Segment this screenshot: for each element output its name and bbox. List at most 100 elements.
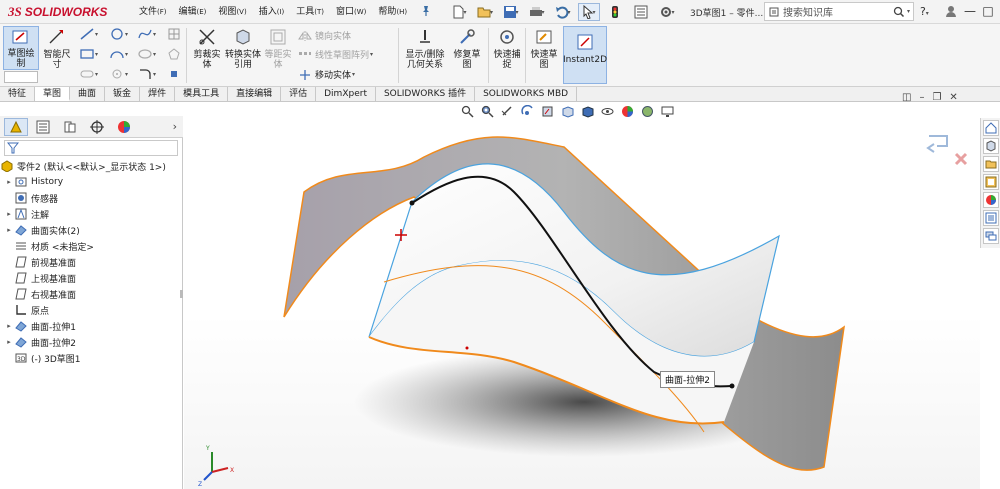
- hide-show-items-icon[interactable]: [600, 104, 614, 118]
- previous-view-icon[interactable]: [500, 104, 514, 118]
- repair-sketch-button[interactable]: 修复草图: [450, 26, 484, 70]
- select-button[interactable]: ▾: [578, 3, 600, 21]
- point-tool[interactable]: ▾: [110, 68, 128, 80]
- tree-item-front-plane[interactable]: 前视基准面: [4, 254, 76, 270]
- display-style-icon[interactable]: [580, 104, 594, 118]
- chevron-right-icon[interactable]: ›: [173, 120, 177, 133]
- pin-icon[interactable]: [420, 5, 432, 17]
- move-entities-button[interactable]: 移动实体 ▾: [298, 68, 355, 81]
- solidworks-logo[interactable]: 3S SOLIDWORKS: [8, 4, 107, 20]
- rapid-sketch-button[interactable]: 快速草图: [529, 26, 559, 70]
- search-placeholder[interactable]: 搜索知识库: [783, 4, 889, 19]
- dimxpert-manager-tab[interactable]: [85, 118, 109, 136]
- apply-scene-icon[interactable]: [640, 104, 654, 118]
- viewport-close-icon[interactable]: ✕: [949, 92, 957, 103]
- viewport-restore-icon[interactable]: ❐: [932, 92, 941, 103]
- tree-filter[interactable]: [4, 140, 178, 156]
- tab-surfaces[interactable]: 曲面: [70, 87, 106, 101]
- fillet-tool[interactable]: ▾: [138, 68, 156, 80]
- edit-appearance-icon[interactable]: [620, 104, 634, 118]
- tab-direct-editing[interactable]: 直接编辑: [228, 87, 282, 101]
- grid-tool[interactable]: [168, 28, 180, 40]
- sketch-button[interactable]: 草图绘制: [3, 26, 39, 70]
- convert-entities-button[interactable]: 转换实体引用: [225, 26, 261, 70]
- tree-item-surface-extrude1[interactable]: ▸ 曲面-拉伸1: [4, 318, 76, 334]
- display-relations-button[interactable]: 显示/删除几何关系: [402, 26, 448, 70]
- design-library-icon[interactable]: [982, 138, 999, 154]
- plane-tool[interactable]: [168, 68, 180, 80]
- appearances-icon[interactable]: [982, 192, 999, 208]
- menu-view[interactable]: 视图(V): [212, 5, 252, 19]
- tree-item-right-plane[interactable]: 右视基准面: [4, 286, 76, 302]
- configuration-manager-tab[interactable]: [58, 118, 82, 136]
- panel-splitter[interactable]: [180, 290, 183, 298]
- menu-edit[interactable]: 编辑(E): [173, 5, 213, 19]
- viewport-minimize-icon[interactable]: –: [919, 92, 924, 103]
- home-icon[interactable]: [982, 120, 999, 136]
- menu-tools[interactable]: 工具(T): [290, 5, 330, 19]
- zoom-to-area-icon[interactable]: [480, 104, 494, 118]
- slot-tool[interactable]: ▾: [80, 68, 98, 80]
- tab-solidworks-mbd[interactable]: SOLIDWORKS MBD: [475, 87, 578, 101]
- menu-help[interactable]: 帮助(H): [372, 5, 413, 19]
- user-icon[interactable]: [944, 4, 958, 21]
- custom-properties-icon[interactable]: [982, 210, 999, 226]
- menu-file[interactable]: 文件(F): [133, 5, 173, 19]
- menu-window[interactable]: 窗口(W): [330, 5, 372, 19]
- tab-solidworks-addins[interactable]: SOLIDWORKS 插件: [376, 87, 476, 101]
- tab-dimxpert[interactable]: DimXpert: [316, 87, 376, 101]
- tab-features[interactable]: 特征: [0, 87, 36, 101]
- mirror-entities-button[interactable]: 镜向实体: [298, 29, 351, 42]
- tab-sheet-metal[interactable]: 钣金: [105, 87, 141, 101]
- graphics-area[interactable]: Y X Z: [184, 102, 980, 489]
- zoom-to-fit-icon[interactable]: [460, 104, 474, 118]
- new-document-button[interactable]: ▾: [448, 3, 470, 21]
- offset-entities-button[interactable]: 等距实体: [263, 26, 293, 70]
- open-button[interactable]: ▾: [474, 3, 496, 21]
- trim-entities-button[interactable]: 剪裁实体: [190, 26, 224, 70]
- tree-item-annotations[interactable]: ▸ 注解: [4, 206, 49, 222]
- smart-dimension-button[interactable]: 智能尺寸: [41, 26, 73, 70]
- ellipse-tool[interactable]: ▾: [138, 48, 156, 60]
- undo-button[interactable]: ▾: [552, 3, 574, 21]
- view-palette-icon[interactable]: [982, 174, 999, 190]
- tab-evaluate[interactable]: 评估: [281, 87, 317, 101]
- tree-item-origin[interactable]: 原点: [4, 302, 49, 318]
- maximize-button[interactable]: □: [980, 3, 996, 19]
- tree-item-sensors[interactable]: 传感器: [4, 190, 58, 206]
- spline-tool[interactable]: ▾: [138, 28, 156, 40]
- minimize-button[interactable]: —: [962, 3, 978, 19]
- arc-tool[interactable]: ▾: [110, 48, 128, 60]
- tree-item-top-plane[interactable]: 上视基准面: [4, 270, 76, 286]
- tree-root-part[interactable]: 零件2 (默认<<默认>_显示状态 1>): [0, 158, 166, 174]
- linear-pattern-button[interactable]: 线性草图阵列 ▾: [298, 48, 373, 61]
- print-button[interactable]: ▾: [526, 3, 548, 21]
- polygon-tool[interactable]: [168, 48, 180, 60]
- forum-icon[interactable]: [982, 228, 999, 244]
- rectangle-tool[interactable]: ▾: [80, 48, 98, 60]
- dynamic-annotation-icon[interactable]: [540, 104, 554, 118]
- tree-item-surface-extrude2[interactable]: ▸ 曲面-拉伸2: [4, 334, 76, 350]
- display-manager-tab[interactable]: [112, 118, 136, 136]
- file-explorer-icon[interactable]: [982, 156, 999, 172]
- rebuild-button[interactable]: [604, 3, 626, 21]
- view-orientation-icon[interactable]: [560, 104, 574, 118]
- sketch-dropdown[interactable]: [4, 71, 38, 83]
- tab-mold-tools[interactable]: 模具工具: [175, 87, 229, 101]
- quick-snaps-button[interactable]: 快速捕捉: [492, 26, 522, 70]
- tree-item-surface-bodies[interactable]: ▸ 曲面实体(2): [4, 222, 80, 238]
- tab-sketch[interactable]: 草图: [35, 87, 71, 101]
- line-tool[interactable]: ▾: [80, 28, 98, 40]
- model-surfaces[interactable]: Y X Z: [184, 102, 980, 489]
- search-box[interactable]: 搜索知识库 ▾: [764, 2, 914, 21]
- tree-item-material[interactable]: 材质 <未指定>: [4, 238, 94, 254]
- menu-insert[interactable]: 插入(I): [253, 5, 291, 19]
- help-button[interactable]: ? ▾: [920, 5, 929, 18]
- file-properties-button[interactable]: [630, 3, 652, 21]
- property-manager-tab[interactable]: [31, 118, 55, 136]
- options-button[interactable]: ▾: [656, 3, 678, 21]
- section-view-icon[interactable]: [520, 104, 534, 118]
- feature-tree-tab[interactable]: [4, 117, 28, 136]
- tree-item-history[interactable]: ▸ History: [4, 174, 63, 190]
- save-button[interactable]: ▾: [500, 3, 522, 21]
